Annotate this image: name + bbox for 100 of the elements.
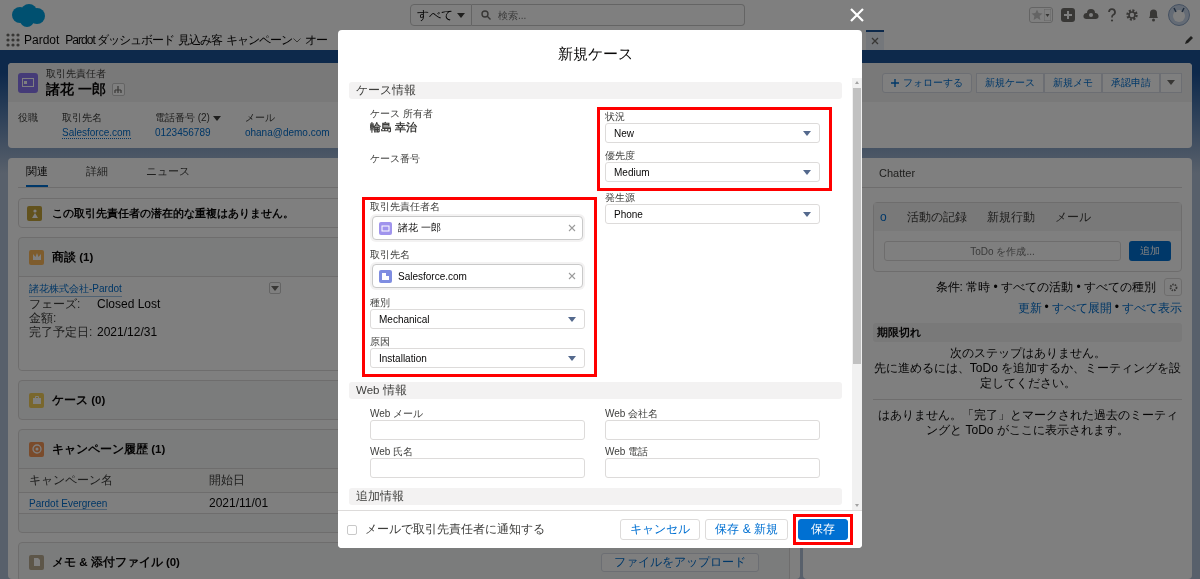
add-button[interactable]: 追加 (1129, 241, 1171, 261)
crown-icon (29, 249, 44, 265)
field-value-link[interactable]: 0123456789 (154, 127, 211, 138)
add-icon[interactable] (1061, 8, 1075, 22)
separator: • (1044, 300, 1049, 316)
app-launcher-icon[interactable] (6, 33, 20, 47)
tab[interactable]: 活動の記録 (906, 208, 967, 226)
building-icon (379, 269, 392, 283)
tab[interactable]: Chatter (879, 167, 916, 187)
field-label: Web メール (370, 407, 425, 420)
pencil-icon[interactable] (1184, 35, 1194, 45)
search-scope-button[interactable]: すべて (410, 4, 472, 26)
caret-icon (1167, 80, 1175, 85)
settings-icon (1168, 282, 1178, 292)
tab[interactable]: 新規行動 (986, 208, 1035, 226)
tab[interactable]: o (880, 210, 887, 224)
close-icon (871, 37, 879, 45)
cloud-icon[interactable] (1083, 8, 1099, 22)
picklist[interactable]: Mechanical (370, 309, 585, 329)
footer-button[interactable]: 保存 & 新規 (705, 519, 788, 540)
text-input[interactable] (370, 420, 585, 440)
card-title: 商談 (1) (52, 249, 94, 265)
card-title: ケース (0) (52, 392, 106, 408)
row-menu-button[interactable] (269, 282, 281, 294)
field-label: Web 電話 (605, 445, 650, 458)
avatar-icon[interactable] (1168, 4, 1190, 26)
nav-item[interactable]: キャンペーン (226, 31, 302, 49)
save-button[interactable]: 保存 (798, 519, 848, 540)
chevron-down-icon (293, 37, 302, 43)
picklist[interactable]: New (605, 123, 820, 143)
section-header: ケース情報 (349, 82, 842, 99)
empty-message: 先に進めるには、ToDo を追加するか、ミーティングを設定してください。 (873, 361, 1182, 391)
caret-icon (568, 355, 576, 361)
picklist[interactable]: Installation (370, 348, 585, 368)
link[interactable]: 更新 (1017, 300, 1042, 317)
field-label: 状況 (605, 110, 626, 123)
caret-icon (212, 115, 221, 121)
picklist[interactable]: Medium (605, 162, 820, 182)
section-header: Web 情報 (349, 382, 842, 399)
card-title: キャンペーン履歴 (1) (52, 441, 166, 457)
caret-icon (803, 130, 811, 136)
search-field[interactable]: 検索... (472, 4, 745, 26)
modal-title: 新規ケース (556, 43, 634, 64)
settings-button[interactable] (1164, 278, 1182, 296)
help-icon[interactable] (1107, 8, 1117, 22)
hierarchy-icon (114, 85, 123, 94)
field-label: 役職 (18, 111, 38, 125)
clear-icon[interactable] (568, 272, 576, 280)
filter-text: 条件: 常時 • すべての活動 • すべての種別 (935, 278, 1156, 296)
field-value: Closed Lost (97, 297, 161, 311)
text-input[interactable] (605, 420, 820, 440)
more-actions-button[interactable] (1160, 72, 1182, 93)
checkbox[interactable] (347, 524, 357, 535)
link[interactable]: すべて展開 (1051, 300, 1112, 317)
clear-icon[interactable] (568, 224, 576, 232)
tab[interactable]: 関連 (26, 164, 48, 187)
field-value: 輪島 幸治 (370, 120, 419, 135)
tab-close-button[interactable] (866, 30, 884, 50)
nav-item[interactable]: 見込み客 (178, 31, 223, 49)
cloud-logo-icon (10, 2, 46, 28)
nav-item[interactable]: Pardot ダッシュボード (65, 31, 175, 49)
field-value-link[interactable]: ohana@demo.com (244, 127, 330, 138)
lookup-field[interactable]: Salesforce.com (372, 264, 583, 288)
footer-button[interactable]: キャンセル (620, 519, 701, 540)
action-button[interactable]: 承認申請 (1102, 72, 1160, 93)
tab[interactable]: ニュース (146, 164, 190, 187)
follow-button[interactable]: フォローする (882, 72, 972, 93)
text-input[interactable] (370, 458, 585, 478)
field-label: 発生源 (605, 191, 636, 204)
empty-message: はありません。「完了」とマークされた過去のミーティングと ToDo がここに表示されます。 (876, 408, 1179, 438)
table-link[interactable]: Pardot Evergreen (29, 498, 108, 510)
record-link[interactable]: 諸花株式会社-Pardot (29, 282, 122, 297)
object-type: 取引先責任者 (46, 66, 107, 81)
tab[interactable]: メール (1054, 208, 1091, 226)
bell-icon[interactable] (1147, 8, 1160, 22)
upload-button[interactable]: ファイルをアップロード (601, 552, 759, 572)
field-value-link[interactable]: Salesforce.com (62, 127, 131, 139)
field-label: 原因 (370, 335, 391, 348)
field-label: 電話番号 (2) (154, 111, 210, 125)
plus-icon (891, 78, 899, 87)
caret-icon (568, 316, 576, 322)
section-header: 期限切れ (873, 323, 1182, 342)
action-button[interactable]: 新規メモ (1044, 72, 1102, 93)
app-name: Pardot (24, 33, 60, 47)
field-label: 取引先名 (62, 111, 102, 125)
hierarchy-button[interactable] (111, 83, 125, 96)
record-name: 諸花 一郎 (46, 80, 106, 99)
nav-item[interactable]: オー (305, 31, 328, 49)
link[interactable]: すべて表示 (1122, 300, 1182, 317)
text-input[interactable] (605, 458, 820, 478)
picklist[interactable]: Phone (605, 204, 820, 224)
empty-message: 次のステップはありません。 (948, 346, 1107, 361)
settings-icon[interactable] (1125, 8, 1139, 22)
tab[interactable]: 詳細 (86, 164, 108, 187)
field-label: ケース番号 (370, 152, 421, 165)
lookup-field[interactable]: 諸花 一郎 (372, 216, 583, 240)
field-label: 優先度 (605, 149, 636, 162)
action-button[interactable]: 新規ケース (976, 72, 1044, 93)
caret-icon (803, 169, 811, 175)
field-label: 種別 (370, 296, 391, 309)
